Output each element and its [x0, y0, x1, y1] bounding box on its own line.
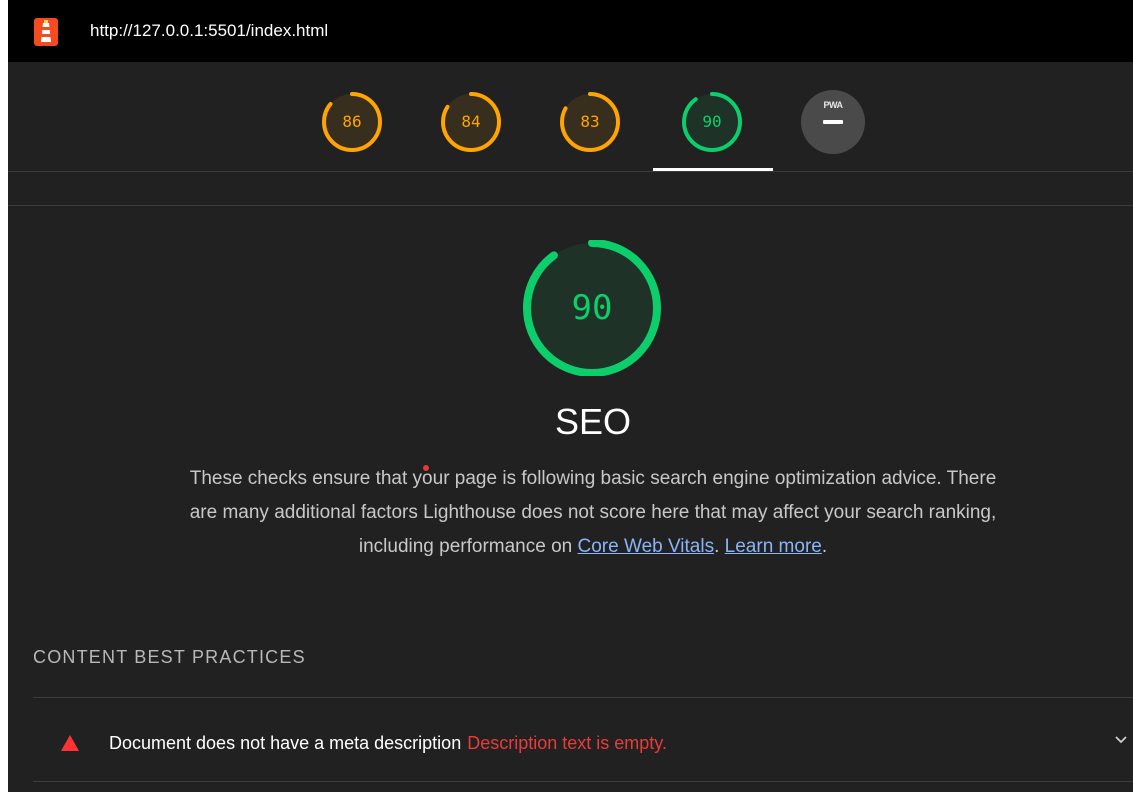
- audit-detail: Description text is empty.: [467, 733, 667, 753]
- section-title: CONTENT BEST PRACTICES: [33, 647, 306, 667]
- description-end: .: [821, 536, 828, 557]
- gauge-best-practices[interactable]: 83: [558, 90, 622, 154]
- seo-score-gauge: 90: [518, 240, 666, 376]
- gauge-pwa[interactable]: PWA: [801, 90, 865, 154]
- gauge-score: 83: [580, 112, 600, 131]
- active-tab-indicator: [653, 168, 773, 171]
- learn-more-link[interactable]: Learn more: [725, 536, 822, 557]
- category-gauges-bar: 86 84 83 90 PWA: [8, 62, 1133, 172]
- gauge-performance[interactable]: 86: [320, 90, 384, 154]
- report-url[interactable]: http://127.0.0.1:5501/index.html: [90, 20, 328, 42]
- gauge-score: 84: [461, 112, 481, 131]
- gauge-seo[interactable]: 90: [680, 90, 744, 154]
- gauge-score: 86: [342, 112, 362, 131]
- gauge-accessibility[interactable]: 84: [439, 90, 503, 154]
- audit-meta-description[interactable]: Document does not have a meta descriptio…: [33, 698, 1133, 781]
- link-separator: .: [714, 536, 720, 557]
- chevron-down-icon[interactable]: [1113, 732, 1129, 748]
- audit-divider-bottom: [33, 781, 1133, 782]
- pwa-label: PWA: [823, 100, 843, 110]
- lighthouse-report: http://127.0.0.1:5501/index.html 86 84 8…: [8, 0, 1133, 792]
- category-title: SEO: [554, 401, 632, 442]
- cursor-dot: [423, 465, 429, 471]
- gauge-score: 90: [702, 112, 722, 131]
- top-bar: http://127.0.0.1:5501/index.html: [8, 0, 1133, 62]
- pwa-icon: [823, 120, 843, 124]
- fail-triangle-icon: [61, 735, 79, 751]
- lighthouse-icon: [34, 18, 58, 46]
- seo-score: 90: [571, 288, 613, 328]
- divider: [8, 205, 1133, 206]
- audit-title: Document does not have a meta descriptio…: [109, 733, 462, 753]
- core-web-vitals-link[interactable]: Core Web Vitals: [578, 536, 715, 557]
- category-description: These checks ensure that your page is fo…: [178, 462, 1008, 564]
